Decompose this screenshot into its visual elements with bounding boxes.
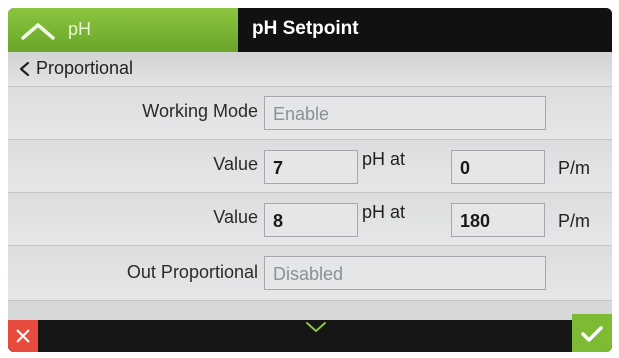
touch-screen: pH pH Setpoint Proportional Working Mode… <box>8 8 612 352</box>
header: pH pH Setpoint <box>8 8 612 52</box>
chevron-up-icon <box>21 23 55 40</box>
tab-ph-label: pH <box>68 19 92 39</box>
value-2-label: Value <box>213 207 258 227</box>
value-2-ph: 8 <box>273 211 284 231</box>
footer-bar <box>8 314 612 352</box>
value-1-ph-unit: pH at <box>362 149 406 169</box>
value-1-ph-field[interactable]: 7 <box>264 150 358 184</box>
out-proportional-label: Out Proportional <box>126 262 258 282</box>
out-proportional-value: Disabled <box>273 264 344 284</box>
row-out-proportional: Out Proportional Disabled <box>8 246 612 301</box>
value-2-rate-field[interactable]: 180 <box>451 203 545 237</box>
chevron-down-icon <box>306 322 326 332</box>
out-proportional-field[interactable]: Disabled <box>264 256 546 290</box>
value-2-ph-field[interactable]: 8 <box>264 203 358 237</box>
working-mode-value: Enable <box>273 104 330 124</box>
close-icon <box>16 329 30 343</box>
cancel-button[interactable] <box>8 320 38 352</box>
settings-panel: Proportional Working Mode Enable Value 7… <box>8 52 612 320</box>
value-1-rate: 0 <box>460 158 471 178</box>
check-icon <box>581 326 603 342</box>
value-1-rate-unit: P/m <box>558 158 591 178</box>
row-working-mode: Working Mode Enable <box>8 87 612 140</box>
value-2-rate-unit: P/m <box>558 211 591 231</box>
value-2-ph-unit: pH at <box>362 202 406 222</box>
breadcrumb: Proportional <box>8 52 612 87</box>
device: pH pH Setpoint Proportional Working Mode… <box>0 0 619 358</box>
breadcrumb-label: Proportional <box>36 58 134 78</box>
scroll-down-button[interactable] <box>304 320 328 334</box>
page-title-bar: pH Setpoint <box>238 8 612 52</box>
value-1-label: Value <box>213 154 258 174</box>
chevron-left-icon <box>19 61 30 77</box>
tab-ph-up[interactable]: pH <box>8 8 238 52</box>
value-2-rate: 180 <box>460 211 491 231</box>
page-title: pH Setpoint <box>252 18 359 39</box>
back-button[interactable]: Proportional <box>16 56 186 82</box>
value-1-ph: 7 <box>273 158 284 178</box>
confirm-button[interactable] <box>572 314 612 352</box>
row-value-2: Value 8 pH at 180 P/m <box>8 193 612 246</box>
value-1-rate-field[interactable]: 0 <box>451 150 545 184</box>
row-value-1: Value 7 pH at 0 P/m <box>8 140 612 193</box>
working-mode-label: Working Mode <box>142 101 258 121</box>
working-mode-field[interactable]: Enable <box>264 96 546 130</box>
